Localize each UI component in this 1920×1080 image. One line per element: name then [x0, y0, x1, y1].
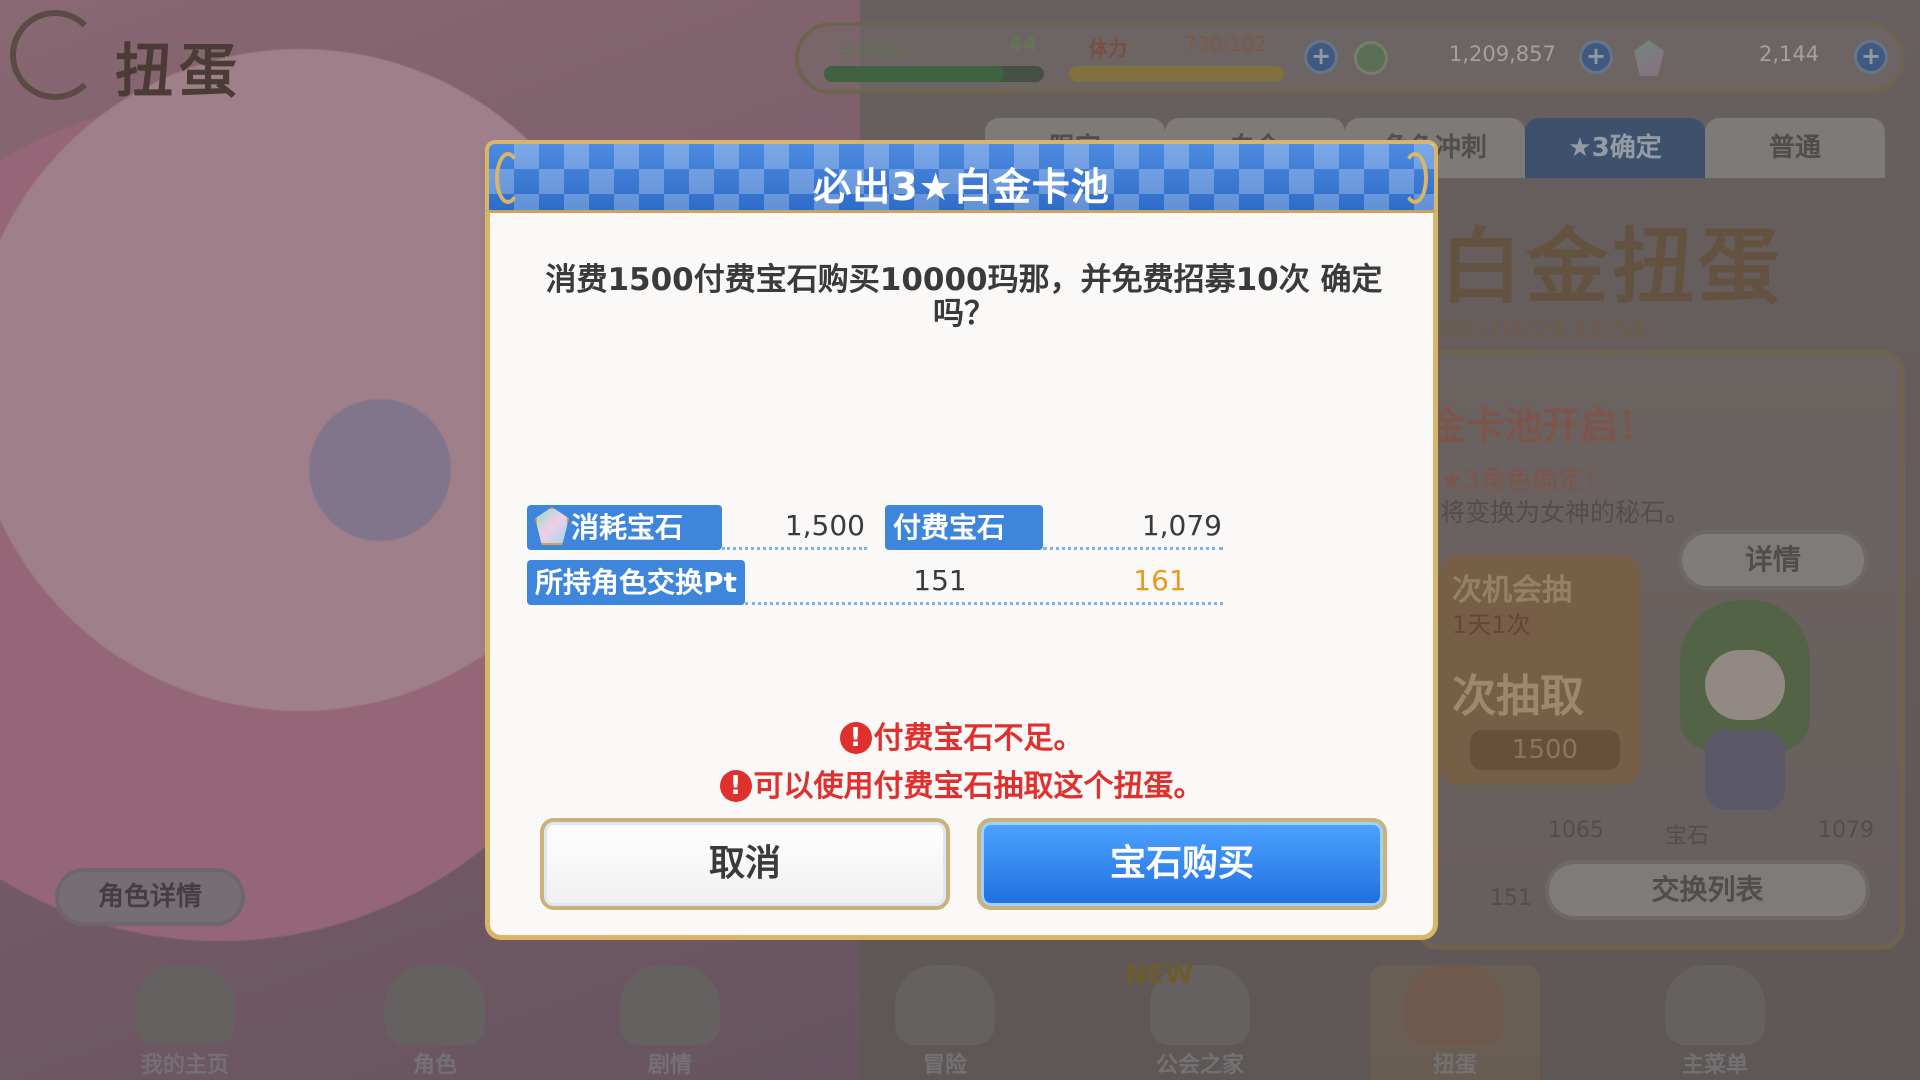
cancel-button[interactable]: 取消: [540, 818, 950, 910]
confirm-message: 消费1500付费宝石购买10000玛那，并免费招募10次 确定吗？: [545, 262, 1383, 332]
consume-gems-value: 1,500: [784, 509, 865, 542]
exchange-pt-after: 161: [1133, 564, 1187, 597]
warning-insufficient-text: 付费宝石不足。: [873, 721, 1084, 756]
warning-usable-text: 可以使用付费宝石抽取这个扭蛋。: [753, 769, 1204, 804]
consume-gems-text: 消耗宝石: [571, 511, 684, 544]
confirm-dialog: 必出3★白金卡池 消费1500付费宝石购买10000玛那，并免费招募10次 确定…: [485, 140, 1438, 940]
consume-gems-label: 消耗宝石: [527, 505, 722, 550]
paid-gems-label: 付费宝石: [885, 505, 1043, 550]
dialog-body: 消费1500付费宝石购买10000玛那，并免费招募10次 确定吗？ 消耗宝石 1…: [485, 210, 1438, 940]
dotted-leader: [1043, 547, 1223, 550]
paid-gems-value: 1,079: [1141, 509, 1222, 542]
dotted-leader: [745, 602, 1223, 605]
warning-paid-gems-usable: ! 可以使用付费宝石抽取这个扭蛋。: [490, 761, 1433, 805]
warning-icon: !: [719, 769, 752, 802]
warning-icon: !: [839, 721, 872, 754]
gem-icon: [535, 507, 569, 545]
warning-insufficient-gems: ! 付费宝石不足。: [490, 713, 1433, 757]
exchange-pt-label: 所持角色交换Pt: [527, 560, 745, 605]
dotted-leader: [722, 547, 867, 550]
dialog-title: 必出3★白金卡池: [813, 165, 1110, 209]
exchange-pt-current: 151: [913, 564, 967, 597]
dialog-header: 必出3★白金卡池: [485, 140, 1438, 210]
buy-gems-button[interactable]: 宝石购买: [977, 818, 1387, 910]
